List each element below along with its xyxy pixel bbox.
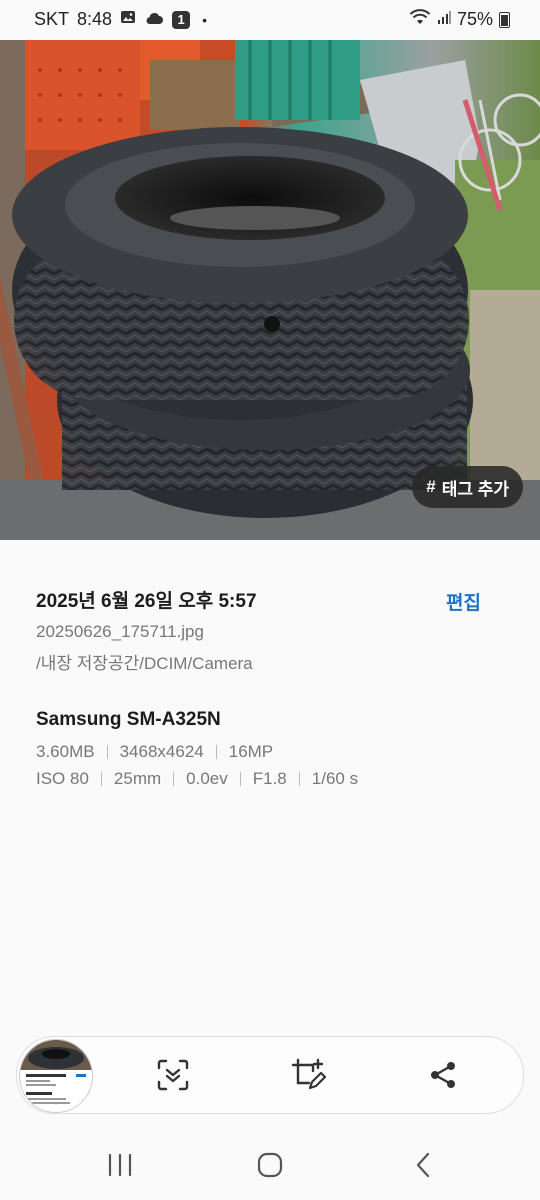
carrier-label: SKT [34, 9, 70, 29]
divider [298, 772, 300, 786]
status-right: 75% [409, 9, 510, 30]
notification-count-badge: 1 [172, 10, 191, 29]
file-name: 20250626_175711.jpg [36, 622, 204, 641]
edit-button[interactable]: 편집 [446, 588, 481, 615]
details-header: 2025년 6월 26일 오후 5:57 [36, 586, 506, 613]
focal-length: 25mm [113, 769, 162, 788]
resolution: 3468x4624 [119, 742, 204, 761]
home-icon [257, 1152, 283, 1178]
crop-edit-icon [291, 1058, 326, 1090]
megapixels: 16MP [228, 742, 274, 761]
recents-icon [108, 1153, 132, 1177]
status-bar: SKT 8:48 1 • 75% [0, 0, 540, 40]
exposure-value: 0.0ev [186, 769, 228, 788]
wifi-icon [409, 9, 431, 30]
signal-icon [437, 9, 451, 30]
file-size: 3.60MB [36, 742, 95, 761]
shutter-speed: 1/60 s [311, 769, 359, 788]
file-path[interactable]: /내장 저장공간/DCIM/Camera [36, 649, 253, 674]
iso-value: ISO 80 [36, 769, 89, 788]
hash-icon: # [426, 477, 436, 496]
battery-icon [499, 11, 510, 28]
divider [106, 745, 108, 759]
camera-model: Samsung SM-A325N [36, 709, 221, 730]
share-button[interactable] [423, 1055, 463, 1095]
tire-photo [0, 40, 540, 540]
exposure-specs-row: ISO 80 25mm 0.0ev F1.8 1/60 s [36, 769, 358, 789]
home-button[interactable] [250, 1150, 290, 1180]
gallery-notif-icon [120, 9, 136, 30]
divider [173, 772, 175, 786]
system-nav-bar [0, 1130, 540, 1200]
more-notifications-dot: • [202, 11, 207, 28]
photo-view[interactable]: # 태그 추가 [0, 40, 540, 540]
divider [239, 772, 241, 786]
back-icon [416, 1152, 430, 1178]
add-tag-button[interactable]: # 태그 추가 [412, 466, 523, 508]
photo-datetime: 2025년 6월 26일 오후 5:57 [36, 591, 257, 612]
back-button[interactable] [403, 1150, 443, 1180]
scan-button[interactable] [153, 1055, 193, 1095]
bottom-toolbar [16, 1036, 524, 1114]
divider [100, 772, 102, 786]
battery-percent: 75% [456, 9, 493, 29]
crop-edit-button[interactable] [288, 1055, 328, 1095]
clock: 8:48 [77, 9, 113, 29]
thumbnail-preview[interactable] [19, 1039, 93, 1113]
aperture: F1.8 [252, 769, 287, 788]
share-icon [431, 1062, 455, 1088]
status-left: SKT 8:48 1 • [34, 9, 207, 30]
add-tag-label: 태그 추가 [441, 479, 509, 499]
divider [215, 745, 217, 759]
scan-icon [157, 1059, 189, 1091]
file-specs-row: 3.60MB 3468x4624 16MP [36, 742, 273, 762]
recents-button[interactable] [100, 1150, 140, 1180]
cloud-icon [144, 9, 164, 30]
